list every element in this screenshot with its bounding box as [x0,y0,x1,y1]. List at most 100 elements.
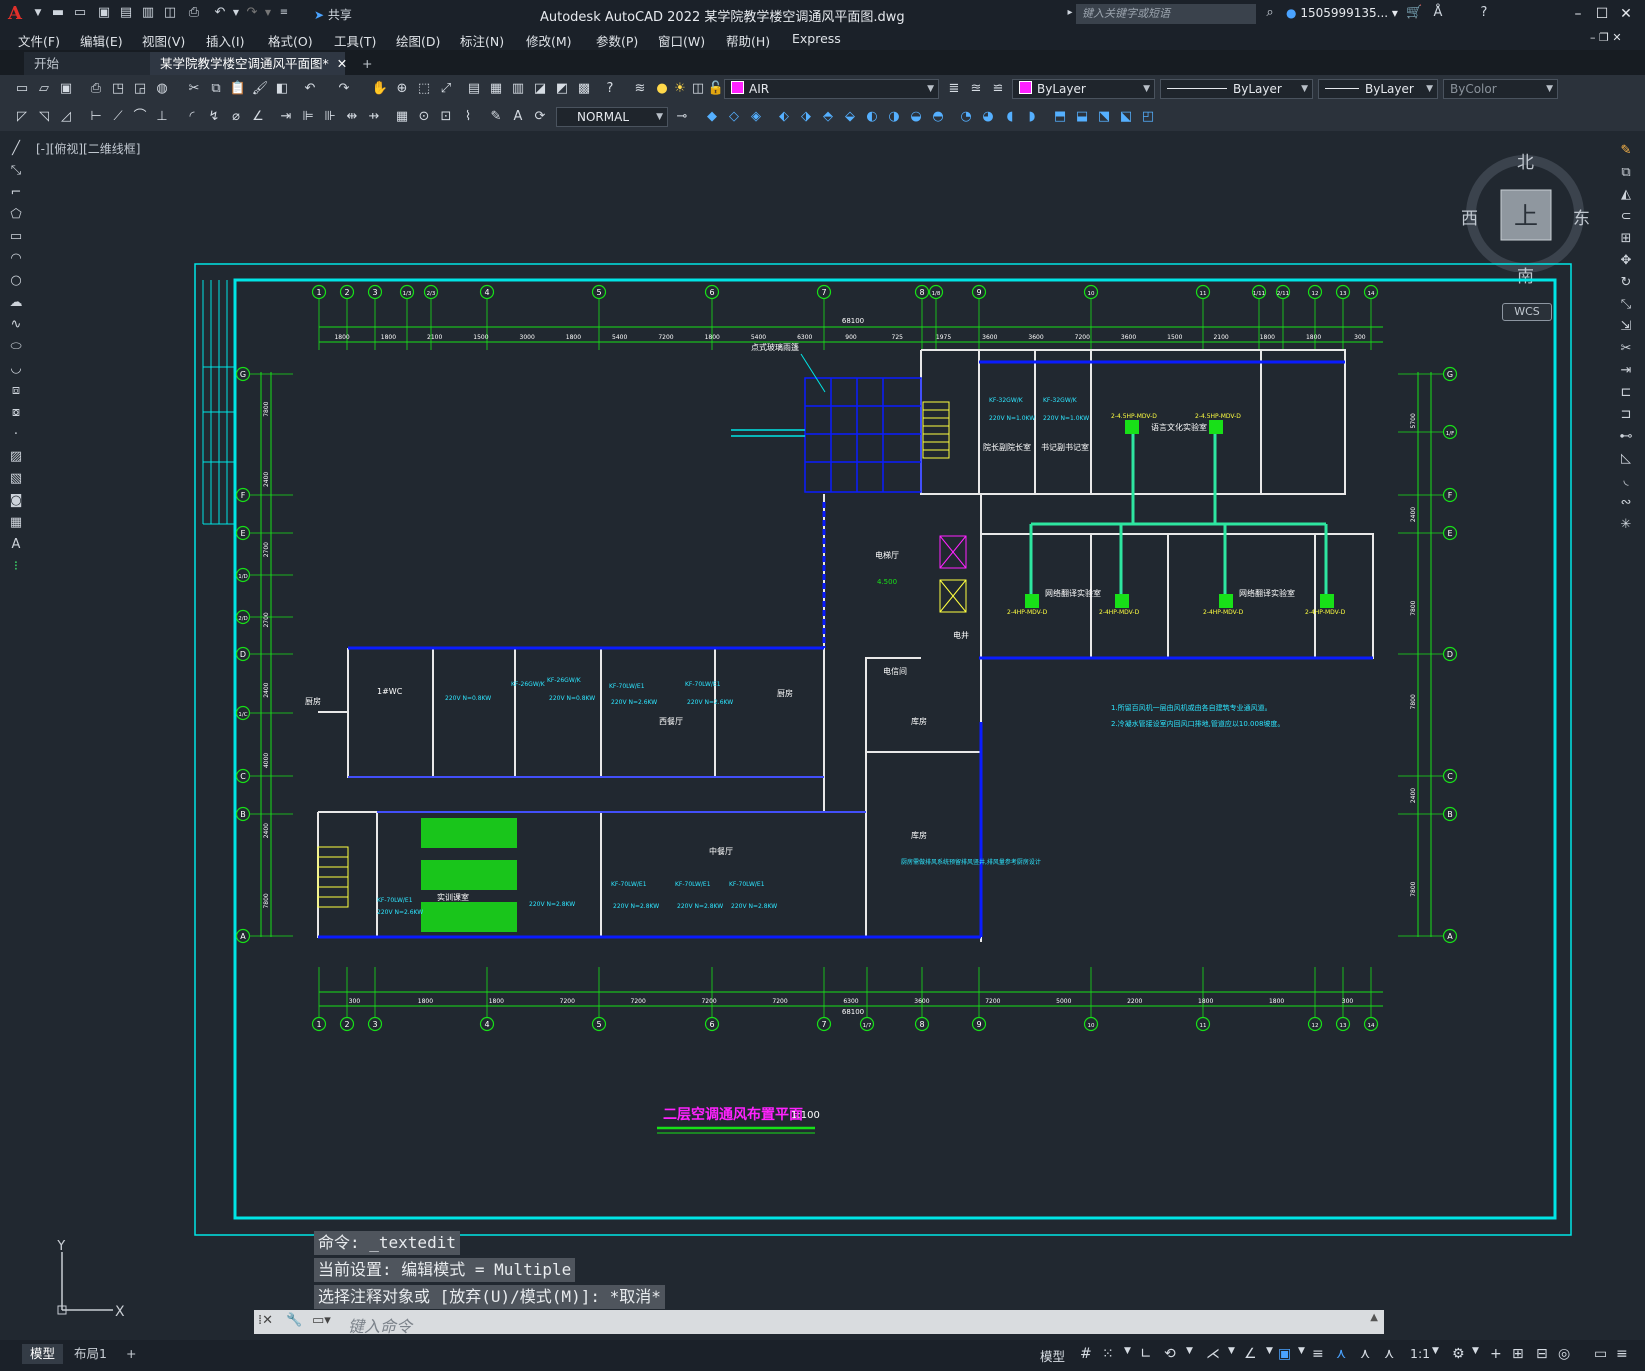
modify-tool-icon[interactable]: ◇ [724,107,744,127]
match-properties-icon[interactable]: 🖌 [250,79,270,99]
hatch-icon[interactable]: ▨ [6,448,26,466]
array-icon[interactable]: ⊞ [1616,230,1636,248]
save-icon[interactable]: ▣ [96,5,112,21]
dim-tool-icon[interactable]: ◿ [56,107,76,127]
scale-dropdown[interactable]: 1:1 [1410,1346,1430,1361]
new-icon[interactable]: ▭ [12,79,32,99]
modify-tool-icon[interactable]: ⬗ [796,107,816,127]
layer-dropdown[interactable]: AIR ▼ [724,79,939,99]
ellipse-icon[interactable]: ⬭ [6,338,26,356]
aligned-dim-icon[interactable]: ⟋ [108,107,128,127]
floor-plan[interactable]: 1 2 3 1/3 2/3 4 5 6 7 8 1/8 9 10 11 1/11 2/11 12 13 14 180… [193,262,1573,1237]
make-current-layer-icon[interactable]: ≣ [944,79,964,99]
redo-icon[interactable]: ↷ [334,79,354,99]
modify-tool-icon[interactable]: ◔ [956,107,976,127]
menu-draw[interactable]: 绘图(D) [396,31,440,50]
lineweight-dropdown[interactable]: ByLayer ▼ [1318,79,1438,99]
baseline-dim-icon[interactable]: ⊫ [298,107,318,127]
linear-dim-icon[interactable]: ⊢ [86,107,106,127]
annotation-visibility-icon[interactable]: ⋏ [1336,1346,1346,1362]
break-at-point-icon[interactable]: ⊏ [1616,384,1636,402]
text-style-dropdown[interactable]: NORMAL ▼ [556,107,668,127]
paste-icon[interactable]: 📋 [228,79,248,99]
help-icon[interactable]: ? [600,79,620,99]
save-as-icon[interactable]: ▤ [118,5,134,21]
mirror-icon[interactable]: ◭ [1616,186,1636,204]
new-file-icon[interactable]: ▬ [50,5,66,21]
tab-drawing[interactable]: 某学院教学楼空调通风平面图* ✕ [150,52,347,75]
menu-parametric[interactable]: 参数(P) [596,31,638,50]
modify-tool-icon[interactable]: ◆ [702,107,722,127]
units-icon[interactable]: ⊞ [1512,1346,1524,1362]
fillet-icon[interactable]: ◟ [1616,472,1636,490]
quick-dim-icon[interactable]: ⇥ [276,107,296,127]
minimize-button[interactable]: – [1568,4,1588,24]
dim-text-edit-icon[interactable]: A [508,107,528,127]
tool-palettes-icon[interactable]: ▥ [508,79,528,99]
dim-break-icon[interactable]: ⇸ [364,107,384,127]
modify-tool-icon[interactable]: ⬘ [818,107,838,127]
new-tab-button[interactable]: + [354,52,382,75]
publish-icon[interactable]: ◲ [130,79,150,99]
scale-dropdown-icon[interactable]: ▼ [1432,1346,1439,1356]
modify-tool-icon[interactable]: ⬙ [840,107,860,127]
arc-icon[interactable]: ◠ [6,250,26,268]
offset-icon[interactable]: ⊂ [1616,208,1636,226]
arc-length-icon[interactable]: ⌒ [130,107,150,127]
autocad-logo[interactable]: A [8,3,22,24]
dim-tool-icon[interactable]: ◹ [34,107,54,127]
rectangle-icon[interactable]: ▭ [6,228,26,246]
cart-icon[interactable]: 🛒 [1406,5,1422,21]
insert-block-icon[interactable]: ⧈ [6,382,26,400]
quick-properties-icon[interactable]: ⊟ [1536,1346,1548,1362]
plot-icon[interactable]: ⎙ [86,79,106,99]
make-block-icon[interactable]: ⧇ [6,404,26,422]
3d-dwf-icon[interactable]: ◍ [152,79,172,99]
jogged-dim-icon[interactable]: ↯ [204,107,224,127]
layer-previous-icon[interactable]: ≊ [966,79,986,99]
modify-tool-icon[interactable]: ◒ [906,107,926,127]
extend-icon[interactable]: ⇥ [1616,362,1636,380]
zoom-window-icon[interactable]: ⬚ [414,79,434,99]
undo-dropdown-icon[interactable]: ▼ [228,5,244,21]
dim-style-icon[interactable]: ⊸ [672,107,692,127]
auto-scale-icon[interactable]: ⋏ [1360,1346,1370,1362]
ellipse-arc-icon[interactable]: ◡ [6,360,26,378]
modify-tool-icon[interactable]: ⬓ [1072,107,1092,127]
publish-icon[interactable]: ▥ [140,5,156,21]
customization-icon[interactable]: ≡ [1616,1346,1628,1362]
zoom-realtime-icon[interactable]: ⊕ [392,79,412,99]
ordinate-dim-icon[interactable]: ⊥ [152,107,172,127]
continue-dim-icon[interactable]: ⊪ [320,107,340,127]
layer-freeze-icon[interactable]: ☀ [670,79,690,99]
menu-express[interactable]: Express [792,31,841,46]
scale-icon[interactable]: ⤡ [1616,296,1636,314]
isodraft-icon[interactable]: ⋌ [1206,1346,1220,1362]
viewcube-north[interactable]: 北 [1517,148,1534,173]
blend-curves-icon[interactable]: ∾ [1616,494,1636,512]
dim-edit-icon[interactable]: ✎ [486,107,506,127]
tab-start[interactable]: 开始 [24,52,154,75]
polar-icon[interactable]: ⟲ [1164,1346,1176,1362]
angular-dim-icon[interactable]: ∠ [248,107,268,127]
maximize-button[interactable]: ☐ [1592,4,1612,24]
app-menu-chevron-icon[interactable]: ▼ [30,5,46,21]
command-input[interactable]: ⁞✕ 🔧 ▭▾ 键入命令 ▲ [254,1310,1384,1336]
multiline-text-icon[interactable]: A [6,536,26,554]
command-customize-icon[interactable]: 🔧 [286,1313,302,1328]
plot-web-icon[interactable]: ◫ [162,5,178,21]
search-input[interactable]: 键入关键字或短语 [1076,4,1256,24]
menu-file[interactable]: 文件(F) [18,31,60,50]
layer-states-icon[interactable]: ≌ [988,79,1008,99]
diameter-dim-icon[interactable]: ⌀ [226,107,246,127]
isolate-objects-icon[interactable]: ◎ [1558,1346,1570,1362]
region-icon[interactable]: ◙ [6,492,26,510]
markup-icon[interactable]: ◩ [552,79,572,99]
doc-window-controls[interactable]: – ❐ ✕ [1590,31,1622,44]
modify-tool-icon[interactable]: ◑ [884,107,904,127]
spline-icon[interactable]: ∿ [6,316,26,334]
command-recent-icon[interactable]: ▭▾ [312,1313,331,1328]
menu-window[interactable]: 窗口(W) [658,31,705,50]
gradient-icon[interactable]: ▧ [6,470,26,488]
modify-tool-icon[interactable]: ◐ [862,107,882,127]
